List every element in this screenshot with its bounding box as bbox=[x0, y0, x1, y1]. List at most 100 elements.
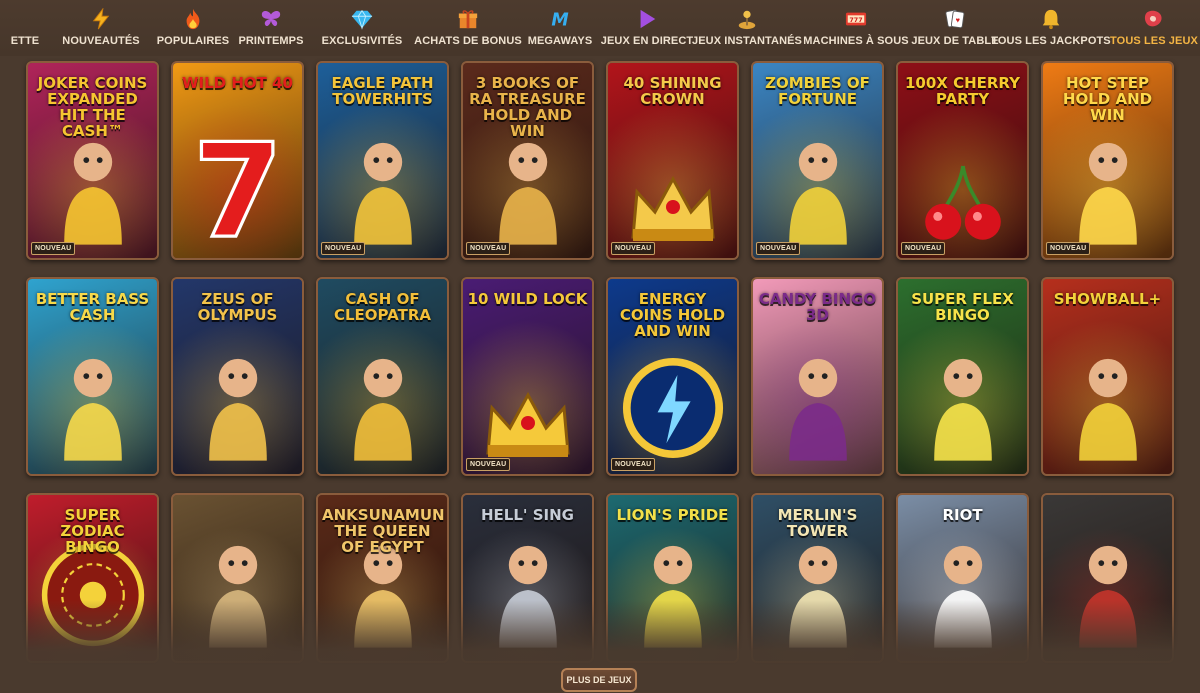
joystick-icon bbox=[734, 6, 760, 32]
game-tile[interactable]: ANKSUNAMUN THE QUEEN OF EGYPT bbox=[316, 493, 449, 663]
game-title: EAGLE PATH TOWERHITS bbox=[331, 74, 434, 108]
game-tile[interactable]: 100x CHERRY PARTY NOUVEAU bbox=[896, 61, 1029, 260]
svg-text:M: M bbox=[551, 10, 568, 30]
game-tile[interactable]: RIOT bbox=[896, 493, 1029, 663]
new-badge: NOUVEAU bbox=[756, 242, 801, 255]
new-badge: NOUVEAU bbox=[466, 458, 511, 471]
category-jeux-instantanes[interactable]: JEUX INSTANTANÉS bbox=[692, 0, 802, 56]
game-tile[interactable]: EAGLE PATH TOWERHITS NOUVEAU bbox=[316, 61, 449, 260]
game-artwork bbox=[480, 127, 576, 252]
category-tous-les-jackpots[interactable]: TOUS LES JACKPOTS bbox=[991, 0, 1111, 56]
game-tile[interactable]: SUPER FLEX BINGO bbox=[896, 277, 1029, 476]
svg-text:♥: ♥ bbox=[956, 16, 960, 25]
game-title: 40 SHINING CROWN bbox=[623, 74, 722, 108]
game-title: 10 WILD LOCK bbox=[467, 290, 588, 308]
game-title: HOT STEP HOLD AND WIN bbox=[1062, 74, 1153, 124]
game-title: ZOMBIES OF FORTUNE bbox=[765, 74, 870, 108]
game-tile[interactable]: 10 WILD LOCK NOUVEAU bbox=[461, 277, 594, 476]
game-artwork bbox=[913, 157, 1013, 252]
game-tile[interactable]: BETTER BASS CASH bbox=[26, 277, 159, 476]
game-tile[interactable] bbox=[171, 493, 304, 663]
category-nouveautes[interactable]: NOUVEAUTÉS bbox=[46, 0, 156, 56]
game-tile[interactable] bbox=[1041, 493, 1174, 663]
game-title: Candy Bingo 3D bbox=[758, 290, 877, 324]
category-label: MEGAWAYS bbox=[527, 35, 593, 47]
game-artwork bbox=[770, 343, 866, 468]
game-title: WILD HOT 40 bbox=[182, 74, 293, 92]
game-tile[interactable]: Candy Bingo 3D bbox=[751, 277, 884, 476]
category-label: NOUVEAUTÉS bbox=[62, 35, 140, 47]
new-badge: NOUVEAU bbox=[611, 242, 656, 255]
game-artwork bbox=[770, 530, 866, 655]
new-badge: NOUVEAU bbox=[466, 242, 511, 255]
new-badge: NOUVEAU bbox=[31, 242, 76, 255]
game-tile[interactable]: Merlin's Tower bbox=[751, 493, 884, 663]
game-title: ZEUS OF OLYMPUS bbox=[197, 290, 278, 324]
game-artwork bbox=[45, 127, 141, 252]
category-label: JEUX EN DIRECT bbox=[600, 35, 694, 47]
game-tile[interactable]: 40 SHINING CROWN NOUVEAU bbox=[606, 61, 739, 260]
game-tile[interactable]: 3 BOOKS OF RA TREASURE HOLD AND WIN NOUVE… bbox=[461, 61, 594, 260]
game-title: CASH OF CLEOPATRA bbox=[333, 290, 432, 324]
game-artwork bbox=[618, 353, 728, 468]
category-printemps[interactable]: PRINTEMPS bbox=[230, 0, 312, 56]
game-tile[interactable]: ENERGY COINS HOLD AND WIN NOUVEAU bbox=[606, 277, 739, 476]
flame-icon bbox=[180, 6, 206, 32]
game-title: RIOT bbox=[942, 506, 983, 524]
game-tile[interactable]: SUPER ZODIAC BINGO bbox=[26, 493, 159, 663]
diamond-icon bbox=[349, 6, 375, 32]
more-games-button[interactable]: PLUS DE JEUX bbox=[561, 668, 637, 692]
category-label: EXCLUSIVITÉS bbox=[321, 35, 403, 47]
game-artwork bbox=[190, 343, 286, 468]
game-title: ShowBall+ bbox=[1053, 290, 1162, 308]
game-artwork bbox=[45, 343, 141, 468]
game-tile[interactable]: CASH OF CLEOPATRA bbox=[316, 277, 449, 476]
lightning-icon bbox=[88, 6, 114, 32]
game-artwork bbox=[770, 127, 866, 252]
game-title: SUPER FLEX BINGO bbox=[911, 290, 1014, 324]
game-artwork bbox=[190, 530, 286, 655]
game-artwork bbox=[623, 167, 723, 252]
category-populaires[interactable]: POPULAIRES bbox=[156, 0, 230, 56]
megaways-icon: M bbox=[547, 6, 573, 32]
game-title: ANKSUNAMUN THE QUEEN OF EGYPT bbox=[322, 506, 445, 556]
game-title: JOKER COINS Expanded HIT THE CASH™ bbox=[37, 74, 148, 140]
game-title: BETTER BASS CASH bbox=[35, 290, 150, 324]
category-label: TOUS LES JACKPOTS bbox=[991, 35, 1111, 47]
category-tous-les-jeux[interactable]: TOUS LES JEUX bbox=[1108, 0, 1200, 56]
category-label: JEUX INSTANTANÉS bbox=[692, 35, 802, 47]
game-tile[interactable]: HOT STEP HOLD AND WIN NOUVEAU bbox=[1041, 61, 1174, 260]
game-artwork bbox=[335, 343, 431, 468]
category-exclusivites[interactable]: EXCLUSIVITÉS bbox=[312, 0, 412, 56]
category-label: MACHINES À SOUS bbox=[803, 35, 909, 47]
category-megaways[interactable]: M MEGAWAYS bbox=[524, 0, 596, 56]
game-tile[interactable]: JOKER COINS Expanded HIT THE CASH™ NOUVEA… bbox=[26, 61, 159, 260]
game-grid: JOKER COINS Expanded HIT THE CASH™ NOUVEA… bbox=[26, 61, 1174, 663]
game-tile[interactable]: HELL' SING bbox=[461, 493, 594, 663]
category-achats-de-bonus[interactable]: ACHATS DE BONUS bbox=[412, 0, 524, 56]
game-tile[interactable]: ShowBall+ bbox=[1041, 277, 1174, 476]
game-tile[interactable]: LION's PRIDE bbox=[606, 493, 739, 663]
game-tile[interactable]: ZOMBIES OF FORTUNE NOUVEAU bbox=[751, 61, 884, 260]
gift-icon bbox=[455, 6, 481, 32]
category-label: POPULAIRES bbox=[156, 35, 230, 47]
game-artwork bbox=[1060, 127, 1156, 252]
game-tile[interactable]: ZEUS OF OLYMPUS bbox=[171, 277, 304, 476]
slot-machine-icon: 777 bbox=[843, 6, 869, 32]
category-label: JEUX DE TABLE bbox=[911, 35, 999, 47]
category-cut-off[interactable]: ETTE bbox=[0, 0, 46, 56]
game-title: ENERGY COINS HOLD AND WIN bbox=[619, 290, 726, 340]
cut-off-icon bbox=[12, 6, 38, 32]
game-artwork bbox=[478, 383, 578, 468]
category-machines-a-sous[interactable]: 777 MACHINES À SOUS bbox=[796, 0, 916, 56]
game-title: Merlin's Tower bbox=[777, 506, 858, 540]
game-tile[interactable]: 7 WILD HOT 40 bbox=[171, 61, 304, 260]
new-badge: NOUVEAU bbox=[901, 242, 946, 255]
bell-icon bbox=[1038, 6, 1064, 32]
game-title: SUPER ZODIAC BINGO bbox=[60, 506, 125, 556]
category-jeux-en-direct[interactable]: JEUX EN DIRECT bbox=[596, 0, 698, 56]
category-label: ACHATS DE BONUS bbox=[414, 35, 522, 47]
svg-text:7: 7 bbox=[192, 117, 282, 247]
category-jeux-de-table[interactable]: ♥ JEUX DE TABLE bbox=[911, 0, 999, 56]
game-title: 100x CHERRY PARTY bbox=[904, 74, 1021, 108]
